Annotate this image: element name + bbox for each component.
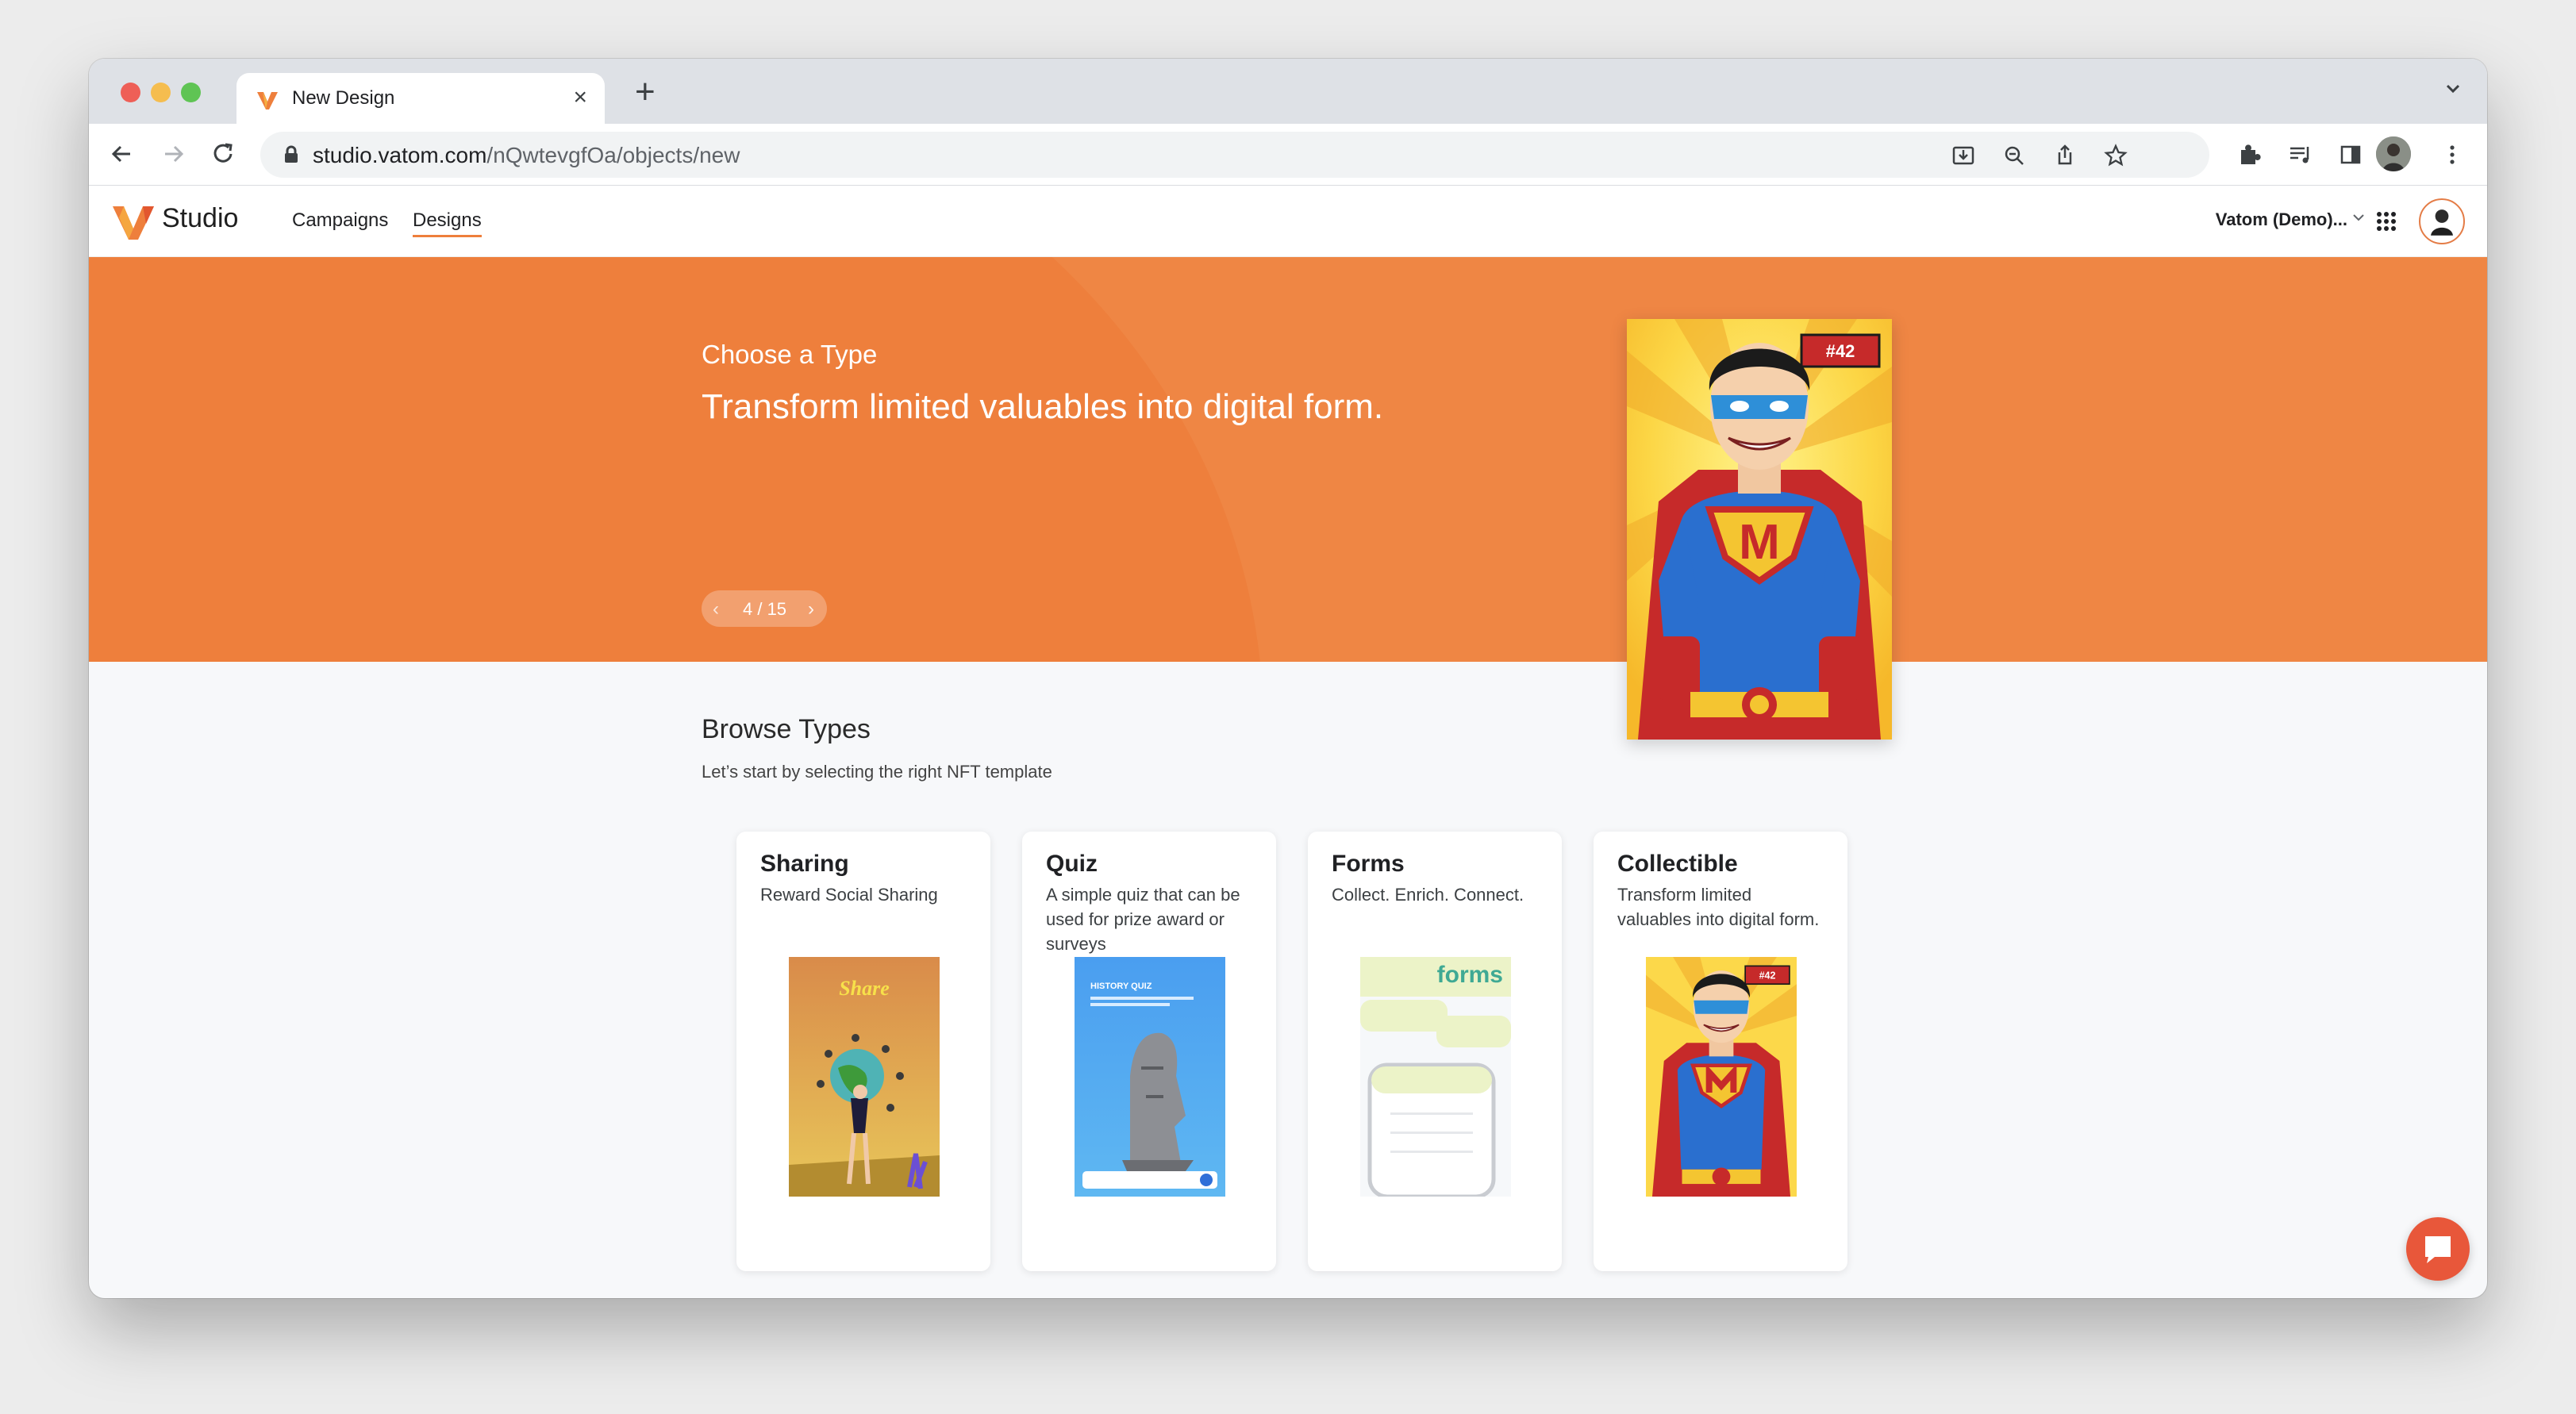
url-text[interactable]: studio.vatom.com/nQwtevgfOa/objects/new [313,143,740,168]
card-description: A simple quiz that can be used for prize… [1046,885,1240,954]
profile-person-icon [2376,136,2411,171]
hero-pager: ‹ 4 / 15 › [702,590,827,627]
collectible-preview-image: #42 [1646,957,1797,1197]
card-description: Collect. Enrich. Connect. [1332,885,1524,905]
app-header: Studio Campaigns Designs Vatom (Demo)... [89,186,2487,257]
forward-icon[interactable] [157,138,189,170]
reload-icon[interactable] [208,138,240,170]
extensions-icon[interactable] [2233,139,2265,171]
user-avatar[interactable] [2419,198,2465,244]
hero-subtitle: Choose a Type [702,340,878,369]
chat-icon [2425,1236,2451,1263]
minimize-window-icon[interactable] [151,83,171,102]
nav-campaigns[interactable]: Campaigns [292,209,388,232]
browse-description: Let’s start by selecting the right NFT t… [702,762,1052,782]
maximize-window-icon[interactable] [181,83,201,102]
sidepanel-icon[interactable] [2335,139,2366,171]
tab-search-icon[interactable] [2441,76,2465,100]
sharing-preview-image: Share [789,957,940,1197]
chevron-down-icon[interactable] [2349,208,2368,227]
forms-preview-image: forms [1360,957,1511,1197]
browse-title: Browse Types [702,714,871,744]
forms-image-text: forms [1437,962,1503,988]
superhero-illustration: M #42 [1627,319,1892,740]
hero-banner: Choose a Type Transform limited valuable… [89,257,2487,662]
address-bar[interactable]: studio.vatom.com/nQwtevgfOa/objects/new [260,132,2209,178]
chat-button[interactable] [2406,1217,2470,1281]
hero-collectible-image[interactable]: M #42 [1627,319,1892,740]
apps-grid-icon[interactable] [2374,209,2398,233]
tab-title: New Design [292,87,395,109]
card-description: Transform limited valuables into digital… [1617,885,1820,929]
pager-count: 4 / 15 [743,599,787,619]
vatom-favicon-icon [257,92,278,110]
org-selector[interactable]: Vatom (Demo)... [2216,209,2347,230]
collectible-illustration: #42 [1646,957,1797,1197]
card-title: Sharing [760,851,849,877]
type-card-quiz[interactable]: Quiz A simple quiz that can be used for … [1022,832,1276,1271]
app-brand[interactable]: Studio [162,203,238,234]
media-icon[interactable] [2284,139,2316,171]
quiz-image-text: HISTORY QUIZ [1090,982,1152,991]
type-card-collectible[interactable]: Collectible Transform limited valuables … [1594,832,1847,1271]
install-icon[interactable] [1947,140,1979,171]
zoom-icon[interactable] [1998,140,2030,171]
browser-profile-avatar[interactable] [2376,136,2411,171]
user-person-icon [2431,209,2453,236]
quiz-preview-image: HISTORY QUIZ [1075,957,1225,1197]
nav-designs[interactable]: Designs [413,209,482,237]
close-tab-icon[interactable]: × [573,84,587,111]
card-description: Reward Social Sharing [760,885,938,905]
quiz-illustration: HISTORY QUIZ [1075,957,1225,1197]
card-title: Quiz [1046,851,1098,877]
collectible-image-text: #42 [1759,970,1776,981]
star-icon[interactable] [2100,140,2132,171]
card-title: Collectible [1617,851,1738,877]
type-card-sharing[interactable]: Sharing Reward Social Sharing Share [736,832,990,1271]
type-card-forms[interactable]: Forms Collect. Enrich. Connect. forms [1308,832,1562,1271]
hero-card-emblem: M [1739,515,1780,570]
lock-icon[interactable] [281,144,302,165]
hero-title: Transform limited valuables into digital… [702,387,1384,426]
browser-tab[interactable]: New Design × [236,73,605,124]
kebab-menu-icon[interactable] [2436,139,2468,171]
back-icon[interactable] [106,138,138,170]
hero-background-shape [89,257,1263,662]
url-host: studio.vatom.com [313,143,487,167]
tab-strip: New Design × + [89,59,2487,124]
url-path: /nQwtevgfOa/objects/new [486,143,740,167]
new-tab-icon[interactable]: + [635,75,656,110]
pager-prev-icon[interactable]: ‹ [713,598,719,621]
share-icon[interactable] [2049,140,2081,171]
hero-card-badge: #42 [1826,341,1855,361]
vatom-logo-icon[interactable] [111,202,156,243]
browser-toolbar: studio.vatom.com/nQwtevgfOa/objects/new [89,124,2487,186]
browser-window: New Design × + studio.vatom.com/nQwtevgf… [89,59,2487,1298]
close-window-icon[interactable] [121,83,140,102]
card-title: Forms [1332,851,1405,877]
sharing-image-text: Share [839,977,890,1000]
sharing-illustration: Share [789,957,940,1197]
pager-next-icon[interactable]: › [808,598,814,621]
forms-illustration: forms [1360,957,1511,1197]
